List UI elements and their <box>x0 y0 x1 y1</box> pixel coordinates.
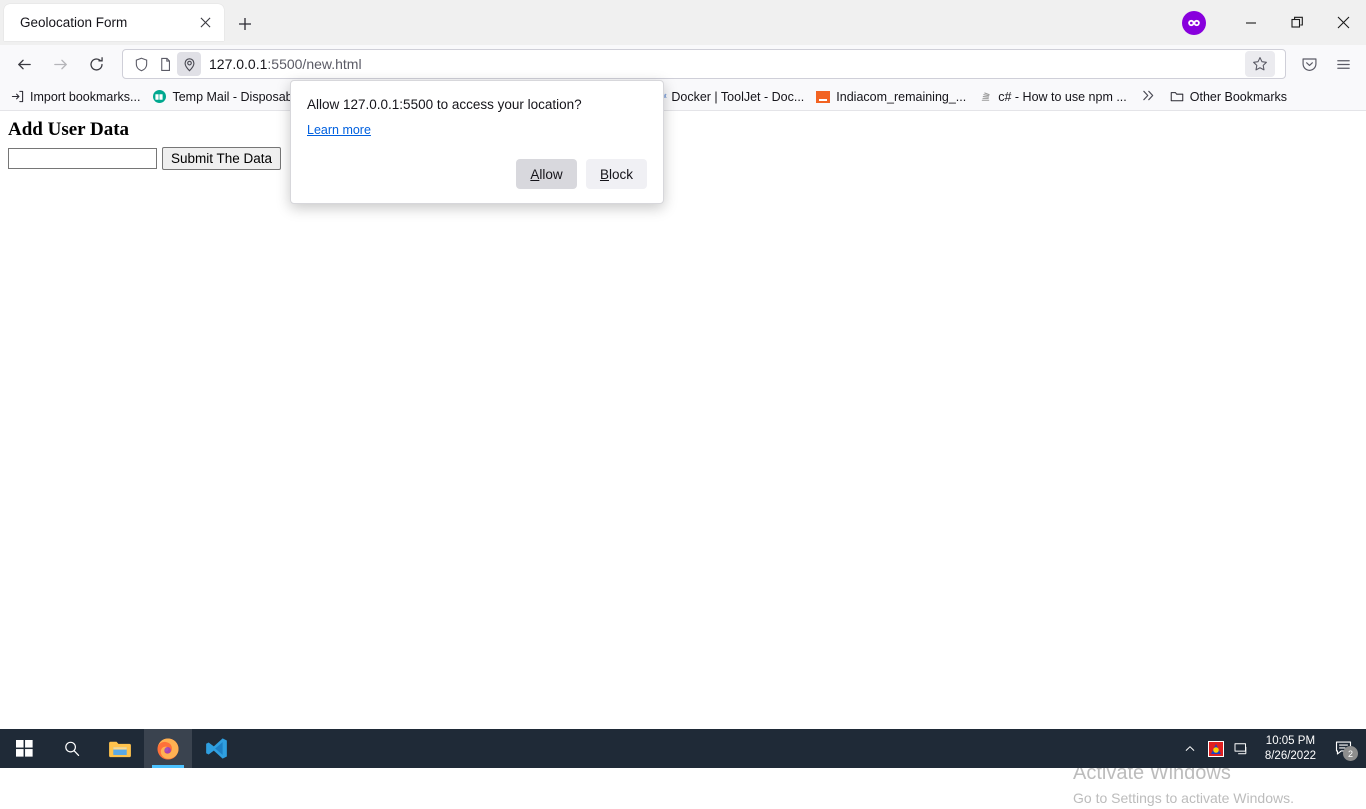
minimize-icon[interactable] <box>1228 0 1274 45</box>
file-explorer-icon[interactable] <box>96 729 144 768</box>
bookmark-label: Indiacom_remaining_... <box>836 90 966 104</box>
indiacom-favicon <box>816 90 830 104</box>
bookmark-label: Other Bookmarks <box>1190 90 1287 104</box>
stackoverflow-favicon <box>978 90 992 104</box>
pocket-save-icon[interactable] <box>1294 49 1324 79</box>
search-icon[interactable] <box>48 729 96 768</box>
bookmark-label: Import bookmarks... <box>30 90 140 104</box>
block-button[interactable]: Block <box>586 159 647 189</box>
permission-actions: Allow Block <box>307 159 647 189</box>
user-data-form: Submit The Data <box>8 147 1358 170</box>
allow-button[interactable]: Allow <box>516 159 577 189</box>
folder-icon <box>1170 90 1184 104</box>
bookmark-label: c# - How to use npm ... <box>998 90 1127 104</box>
tray-app-icon[interactable] <box>1203 729 1229 768</box>
close-window-icon[interactable] <box>1320 0 1366 45</box>
clock-time: 10:05 PM <box>1265 734 1316 749</box>
location-pin-icon[interactable] <box>177 52 201 76</box>
windows-taskbar: 10:05 PM 8/26/2022 2 <box>0 729 1366 768</box>
bookmark-other-bookmarks[interactable]: Other Bookmarks <box>1164 86 1293 108</box>
window-controls <box>1182 0 1366 45</box>
extension-badge-icon[interactable] <box>1182 11 1206 35</box>
bookmark-label: Docker | ToolJet - Doc... <box>671 90 804 104</box>
geolocation-permission-dialog: Allow 127.0.0.1:5500 to access your loca… <box>290 80 664 204</box>
network-icon[interactable] <box>1229 729 1255 768</box>
clock-date: 8/26/2022 <box>1265 749 1316 764</box>
firefox-icon[interactable] <box>144 729 192 768</box>
import-icon <box>10 90 24 104</box>
star-icon[interactable] <box>1245 51 1275 77</box>
tab-bar: Geolocation Form <box>0 0 1366 45</box>
page-content: Add User Data Submit The Data Activate W… <box>0 111 1366 729</box>
browser-window: Geolocation Form <box>0 0 1366 729</box>
bookmark-stackoverflow[interactable]: c# - How to use npm ... <box>972 86 1133 108</box>
reload-icon[interactable] <box>80 49 112 79</box>
page-title: Add User Data <box>8 119 1358 141</box>
url-bar[interactable]: 127.0.0.1:5500/new.html <box>122 49 1286 79</box>
restore-icon[interactable] <box>1274 0 1320 45</box>
back-arrow-icon[interactable] <box>8 49 40 79</box>
windows-start-icon[interactable] <box>0 729 48 768</box>
hamburger-menu-icon[interactable] <box>1328 49 1358 79</box>
allow-accesskey: A <box>530 167 539 182</box>
forward-arrow-icon <box>44 49 76 79</box>
shield-icon[interactable] <box>129 52 153 76</box>
url-host: 127.0.0.1 <box>209 56 267 72</box>
navigation-toolbar: 127.0.0.1:5500/new.html <box>0 45 1366 83</box>
notification-icon[interactable]: 2 <box>1326 729 1360 768</box>
system-tray: 10:05 PM 8/26/2022 2 <box>1177 729 1366 768</box>
allow-label-rest: llow <box>539 167 562 182</box>
block-label-rest: lock <box>609 167 633 182</box>
block-accesskey: B <box>600 167 609 182</box>
tab-title: Geolocation Form <box>20 15 194 30</box>
chevron-up-icon[interactable] <box>1177 729 1203 768</box>
bookmark-indiacom[interactable]: Indiacom_remaining_... <box>810 86 972 108</box>
tab-geolocation-form[interactable]: Geolocation Form <box>4 4 224 41</box>
url-path: :5500/new.html <box>267 56 361 72</box>
watermark-subtitle: Go to Settings to activate Windows. <box>1073 787 1294 809</box>
bookmark-docker-tooljet[interactable]: ToolJet Docker | ToolJet - Doc... <box>645 86 810 108</box>
vscode-icon[interactable] <box>192 729 240 768</box>
bookmarks-bar: Import bookmarks... Temp Mail - Disposab… <box>0 83 1366 111</box>
submit-button[interactable]: Submit The Data <box>162 147 281 170</box>
bookmark-temp-mail[interactable]: Temp Mail - Disposabl <box>146 86 301 108</box>
page-info-icon[interactable] <box>153 52 177 76</box>
permission-message: Allow 127.0.0.1:5500 to access your loca… <box>307 97 647 112</box>
user-data-input[interactable] <box>8 148 157 169</box>
chevron-double-right-icon[interactable] <box>1133 89 1164 105</box>
learn-more-link[interactable]: Learn more <box>307 123 371 137</box>
notification-count-badge: 2 <box>1343 746 1358 761</box>
url-text[interactable]: 127.0.0.1:5500/new.html <box>209 56 1245 72</box>
taskbar-clock[interactable]: 10:05 PM 8/26/2022 <box>1255 734 1326 764</box>
new-tab-button[interactable] <box>232 11 258 37</box>
temp-mail-favicon <box>152 90 166 104</box>
close-icon[interactable] <box>194 12 216 34</box>
bookmark-import[interactable]: Import bookmarks... <box>4 86 146 108</box>
bookmark-label: Temp Mail - Disposabl <box>172 90 295 104</box>
